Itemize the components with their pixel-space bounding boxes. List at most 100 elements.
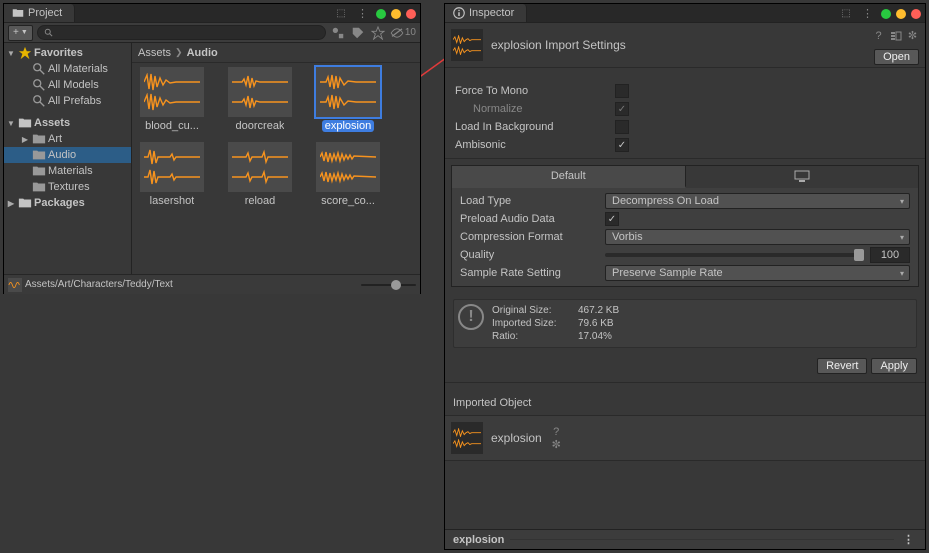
asset-thumbnail: [140, 67, 204, 117]
tree-audio[interactable]: Audio: [4, 147, 131, 163]
waveform-icon: [144, 168, 200, 186]
folder-icon: [32, 148, 46, 162]
tree-fav-models[interactable]: All Models: [4, 77, 131, 93]
dot-red[interactable]: [911, 9, 921, 19]
info-icon: [453, 7, 465, 19]
project-tree: ▼ Favorites All Materials All Models All…: [4, 43, 132, 274]
eye-off-icon: [390, 28, 404, 38]
imported-name: explosion: [491, 431, 542, 445]
platform-tab-default[interactable]: Default: [452, 166, 686, 188]
inspector-panel: Inspector ⬚ ⋮ explosion Import Settings …: [444, 3, 926, 550]
menu-icon[interactable]: ⋮: [900, 533, 917, 546]
dot-red[interactable]: [406, 9, 416, 19]
asset-item[interactable]: explosion: [312, 67, 384, 132]
preload-checkbox[interactable]: ✓: [605, 212, 619, 226]
breadcrumb-current[interactable]: Audio: [187, 47, 218, 59]
dot-yellow[interactable]: [391, 9, 401, 19]
platform-tab-standalone[interactable]: [686, 166, 919, 188]
quality-value[interactable]: 100: [870, 247, 910, 263]
waveform-icon: [144, 73, 200, 91]
breadcrumb-root[interactable]: Assets: [138, 47, 171, 59]
inspector-tab-label: Inspector: [469, 7, 514, 19]
save-search-icon[interactable]: [370, 25, 386, 41]
dot-green[interactable]: [881, 9, 891, 19]
folder-icon: [32, 132, 46, 146]
asset-thumbnail: [316, 142, 380, 192]
tree-assets[interactable]: ▼ Assets: [4, 115, 131, 131]
gear-icon[interactable]: ✼: [550, 438, 563, 451]
search-icon: [32, 94, 46, 108]
waveform-icon: [320, 73, 376, 91]
asset-item[interactable]: doorcreak: [224, 67, 296, 132]
add-button[interactable]: +▼: [8, 25, 33, 41]
inspector-header: explosion Import Settings ? ✼ Open: [445, 23, 925, 68]
filter-by-label-icon[interactable]: [350, 25, 366, 41]
project-tab-bar: Project ⬚ ⋮: [4, 4, 420, 23]
hidden-count[interactable]: 10: [390, 27, 416, 38]
asset-label: score_co...: [321, 195, 375, 207]
waveform-icon: [453, 428, 481, 437]
tree-packages[interactable]: ▶ Packages: [4, 195, 131, 211]
quality-slider[interactable]: [605, 253, 864, 257]
waveform-icon: [320, 148, 376, 166]
imported-object-label: Imported Object: [445, 383, 925, 415]
tree-favorites[interactable]: ▼ Favorites: [4, 45, 131, 61]
lock-icon[interactable]: ⬚: [336, 8, 346, 20]
ambisonic-checkbox[interactable]: ✓: [615, 138, 629, 152]
asset-thumbnail: [451, 422, 483, 454]
tree-materials[interactable]: Materials: [4, 163, 131, 179]
search-input[interactable]: [37, 25, 326, 40]
filter-by-type-icon[interactable]: [330, 25, 346, 41]
grid-size-slider[interactable]: [361, 284, 416, 286]
open-button[interactable]: Open: [874, 49, 919, 65]
folder-icon: [32, 164, 46, 178]
tree-fav-prefabs[interactable]: All Prefabs: [4, 93, 131, 109]
prop-label: Sample Rate Setting: [460, 267, 605, 279]
asset-item[interactable]: blood_cu...: [136, 67, 208, 132]
asset-item[interactable]: reload: [224, 142, 296, 207]
search-icon: [44, 28, 54, 38]
load-in-bg-checkbox[interactable]: [615, 120, 629, 134]
sample-rate-dropdown[interactable]: Preserve Sample Rate: [605, 265, 910, 281]
waveform-icon: [453, 35, 481, 44]
menu-icon[interactable]: ⋮: [862, 7, 876, 20]
action-buttons: Revert Apply: [445, 354, 925, 383]
path-text: Assets/Art/Characters/Teddy/Text: [25, 279, 173, 290]
help-icon[interactable]: ?: [550, 425, 563, 438]
tree-fav-materials[interactable]: All Materials: [4, 61, 131, 77]
load-type-dropdown[interactable]: Decompress On Load: [605, 193, 910, 209]
waveform-icon: [453, 46, 481, 55]
revert-button[interactable]: Revert: [817, 358, 867, 374]
menu-icon[interactable]: ⋮: [357, 7, 371, 20]
preview-footer[interactable]: explosion ⋮: [445, 529, 925, 549]
inspector-tab[interactable]: Inspector: [445, 4, 527, 22]
asset-item[interactable]: score_co...: [312, 142, 384, 207]
folder-icon: [18, 116, 32, 130]
gear-icon[interactable]: ✼: [906, 29, 919, 42]
asset-grid: blood_cu... doorcreak explosion lasersho…: [132, 63, 420, 274]
window-controls: ⬚ ⋮: [841, 4, 921, 23]
tree-textures[interactable]: Textures: [4, 179, 131, 195]
prop-label: Preload Audio Data: [460, 213, 605, 225]
apply-button[interactable]: Apply: [871, 358, 917, 374]
waveform-icon: [232, 93, 288, 111]
lock-icon[interactable]: ⬚: [841, 8, 851, 20]
compression-dropdown[interactable]: Vorbis: [605, 229, 910, 245]
asset-label: doorcreak: [236, 120, 285, 132]
inspector-tab-bar: Inspector ⬚ ⋮: [445, 4, 925, 23]
preset-icon[interactable]: [889, 29, 902, 42]
asset-item[interactable]: lasershot: [136, 142, 208, 207]
force-to-mono-checkbox[interactable]: [615, 84, 629, 98]
asset-title: explosion Import Settings: [491, 38, 626, 52]
project-tab-label: Project: [28, 7, 62, 19]
project-tab[interactable]: Project: [4, 4, 75, 22]
dot-yellow[interactable]: [896, 9, 906, 19]
dot-green[interactable]: [376, 9, 386, 19]
breadcrumb: Assets ❯ Audio: [132, 43, 420, 63]
platform-settings: Default Load TypeDecompress On Load Prel…: [451, 165, 919, 287]
asset-thumbnail: [451, 29, 483, 61]
help-icon[interactable]: ?: [872, 29, 885, 42]
star-icon: [18, 46, 32, 60]
chevron-right-icon: ❯: [175, 47, 183, 58]
tree-art[interactable]: ▶Art: [4, 131, 131, 147]
